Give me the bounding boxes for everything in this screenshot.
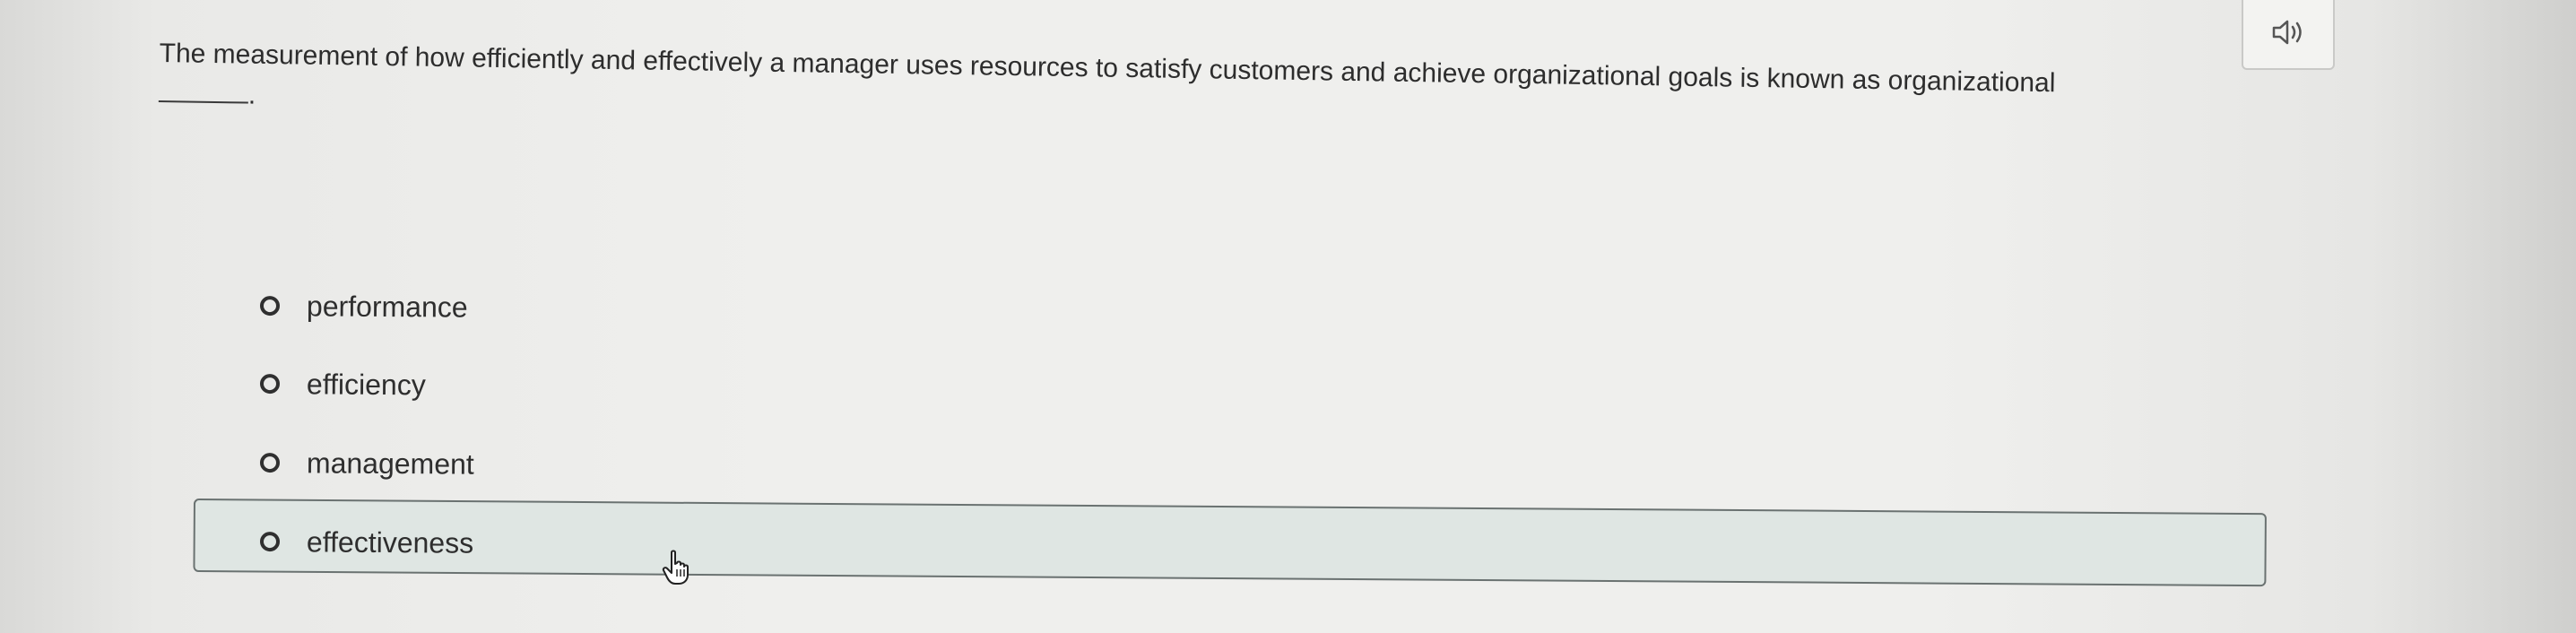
option-effectiveness[interactable]: effectiveness <box>259 515 474 570</box>
radio-button[interactable] <box>259 374 281 395</box>
option-label: effectiveness <box>306 525 474 559</box>
answer-options: performance efficiency management effect… <box>0 0 2576 633</box>
option-label: performance <box>306 289 468 324</box>
radio-button[interactable] <box>259 532 281 552</box>
option-management[interactable]: management <box>259 436 474 491</box>
option-performance[interactable]: performance <box>259 279 468 334</box>
option-label: efficiency <box>306 367 426 401</box>
hand-pointer-cursor-icon <box>662 550 689 585</box>
option-label: management <box>306 446 474 481</box>
radio-button[interactable] <box>259 296 281 316</box>
option-efficiency[interactable]: efficiency <box>259 357 426 412</box>
quiz-page: { "question": { "text": "The measurement… <box>0 0 2576 633</box>
radio-button[interactable] <box>259 453 281 473</box>
